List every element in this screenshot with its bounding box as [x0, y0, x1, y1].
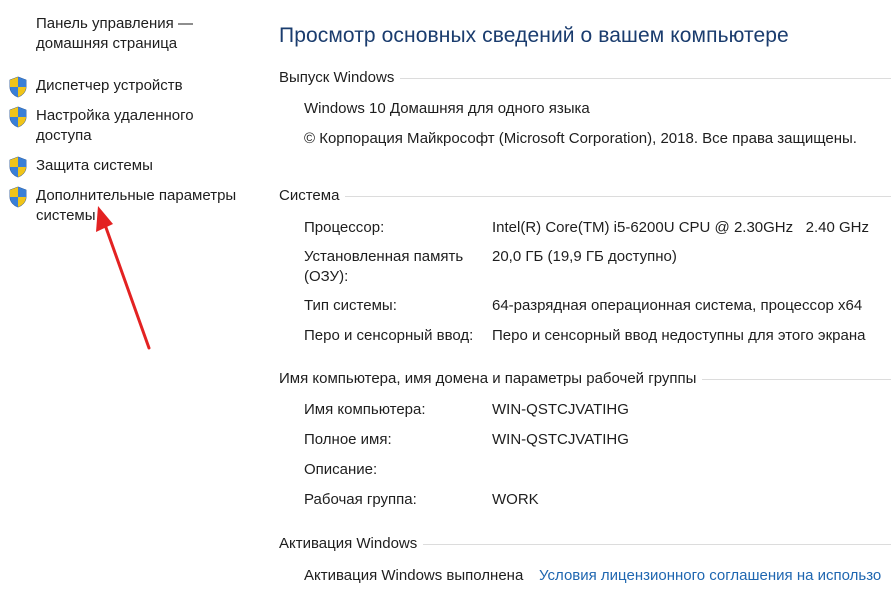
windows-edition: Windows 10 Домашняя для одного языка	[304, 100, 590, 117]
sidebar-item-label: Защита системы	[36, 157, 153, 174]
processor-value: Intel(R) Core(TM) i5-6200U CPU @ 2.30GHz…	[492, 219, 869, 236]
section-divider	[423, 543, 891, 545]
section-computer-name: Имя компьютера, имя домена и параметры р…	[279, 368, 891, 388]
sidebar-item-advanced-settings[interactable]: Дополнительные параметры системы	[8, 186, 251, 226]
description-label: Описание:	[304, 461, 378, 478]
memory-value: 20,0 ГБ (19,9 ГБ доступно)	[492, 248, 677, 265]
section-divider	[400, 77, 891, 79]
activation-status: Активация Windows выполнена	[304, 567, 524, 584]
section-heading: Активация Windows	[279, 534, 418, 552]
full-name-label: Полное имя:	[304, 431, 392, 448]
memory-label: Установленная память (ОЗУ):	[304, 248, 464, 285]
shield-icon	[9, 156, 27, 178]
sidebar-item-system-protection[interactable]: Защита системы	[8, 156, 251, 178]
pen-touch-label: Перо и сенсорный ввод:	[304, 327, 474, 344]
sidebar-item-remote-access[interactable]: Настройка удаленного доступа	[8, 106, 206, 146]
processor-label: Процессор:	[304, 219, 385, 236]
section-activation: Активация Windows	[279, 533, 891, 553]
full-name-value: WIN-QSTCJVATIHG	[492, 431, 629, 448]
computer-name-label: Имя компьютера:	[304, 401, 426, 418]
shield-icon	[9, 106, 27, 128]
section-heading: Выпуск Windows	[279, 68, 395, 86]
section-edition: Выпуск Windows	[279, 67, 891, 87]
section-heading: Имя компьютера, имя домена и параметры р…	[279, 369, 697, 387]
control-panel-home-link[interactable]: Панель управления — домашняя страница	[36, 14, 236, 54]
license-terms-link[interactable]: Условия лицензионного соглашения на испо…	[539, 567, 881, 584]
sidebar-item-device-manager[interactable]: Диспетчер устройств	[8, 76, 251, 98]
system-type-value: 64-разрядная операционная система, проце…	[492, 297, 863, 314]
section-divider	[345, 195, 891, 197]
pen-touch-value: Перо и сенсорный ввод недоступны для это…	[492, 327, 866, 344]
page-title: Просмотр основных сведений о вашем компь…	[279, 24, 789, 47]
sidebar-item-label: Диспетчер устройств	[36, 77, 183, 94]
section-system: Система	[279, 185, 891, 205]
section-divider	[702, 378, 891, 380]
system-type-label: Тип системы:	[304, 297, 397, 314]
shield-icon	[9, 186, 27, 208]
shield-icon	[9, 76, 27, 98]
sidebar-item-label: Дополнительные параметры системы	[36, 187, 237, 224]
workgroup-value: WORK	[492, 491, 539, 508]
sidebar-item-label: Настройка удаленного доступа	[36, 107, 194, 144]
workgroup-label: Рабочая группа:	[304, 491, 417, 508]
copyright-text: © Корпорация Майкрософт (Microsoft Corpo…	[304, 130, 857, 147]
section-heading: Система	[279, 186, 340, 204]
computer-name-value: WIN-QSTCJVATIHG	[492, 401, 629, 418]
